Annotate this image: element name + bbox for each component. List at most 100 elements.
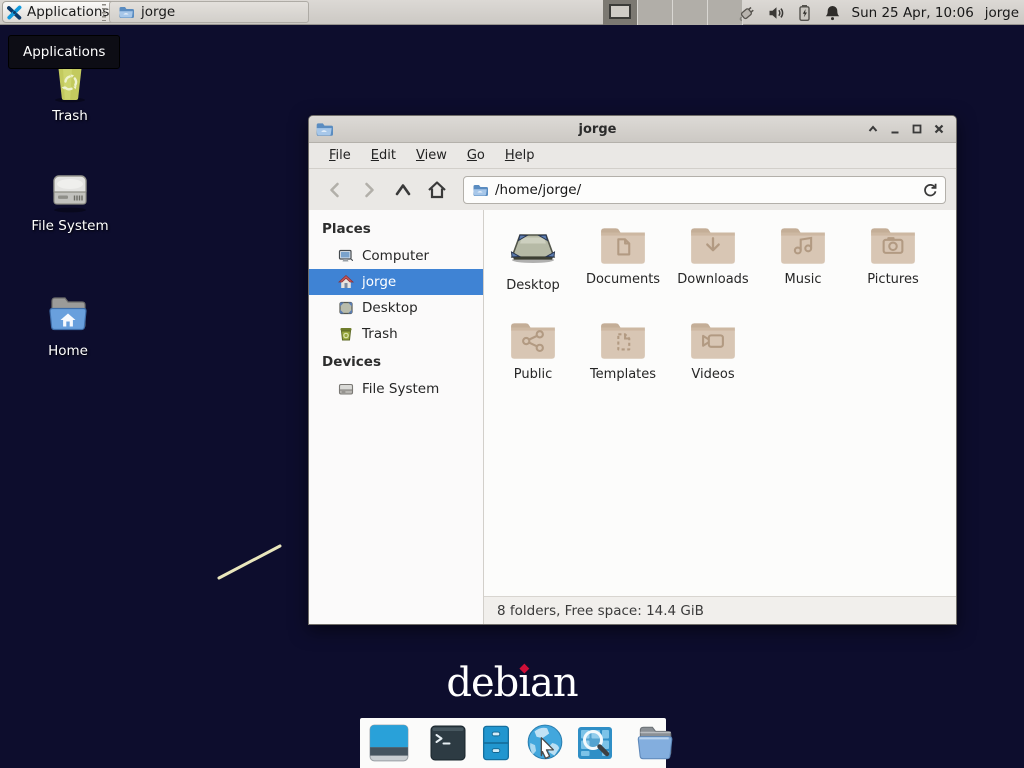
applications-tooltip: Applications <box>8 35 120 69</box>
file-item-label: Videos <box>691 367 734 382</box>
menu-view[interactable]: View <box>406 143 457 168</box>
system-tray: Sun 25 Apr, 10:06 jorge <box>737 0 1020 25</box>
pictures-folder-icon <box>868 222 918 266</box>
home-icon <box>338 274 354 290</box>
file-cabinet-icon[interactable] <box>477 722 515 764</box>
window-titlebar[interactable]: jorge <box>309 116 956 143</box>
desktop-icon-home[interactable]: Home <box>18 292 118 359</box>
desktop-icon-label: Trash <box>52 108 88 124</box>
menu-edit[interactable]: Edit <box>361 143 406 168</box>
debian-wallpaper-logo: debıan <box>446 662 577 704</box>
web-browser-icon[interactable] <box>524 722 566 764</box>
sidebar-item-file-system[interactable]: File System <box>309 376 483 402</box>
window-title: jorge <box>333 122 862 137</box>
file-item-downloads[interactable]: Downloads <box>668 220 758 315</box>
volume-icon[interactable] <box>767 4 785 22</box>
sidebar-header-devices: Devices <box>309 347 483 376</box>
debian-logo-post: an <box>530 660 578 706</box>
applications-menu-label: Applications <box>27 4 109 20</box>
drive-icon <box>46 167 94 213</box>
window-body: Places Computer <box>309 210 956 624</box>
documents-folder-icon <box>598 222 648 266</box>
notifications-bell-icon[interactable] <box>824 4 841 22</box>
up-button[interactable] <box>387 175 419 205</box>
sidebar-item-jorge[interactable]: jorge <box>309 269 483 295</box>
file-manager-window: jorge File Edit View Go Help <box>308 115 957 625</box>
reload-icon[interactable] <box>922 182 937 197</box>
sidebar-item-label: Desktop <box>362 300 418 316</box>
app-finder-icon[interactable] <box>575 722 615 764</box>
desktop-icon-label: File System <box>31 218 108 234</box>
sidebar-item-label: File System <box>362 381 439 397</box>
file-item-videos[interactable]: Videos <box>668 315 758 410</box>
sidebar-item-computer[interactable]: Computer <box>309 243 483 269</box>
videos-folder-icon <box>688 317 738 361</box>
templates-folder-icon <box>598 317 648 361</box>
dock <box>360 718 666 768</box>
location-bar[interactable]: /home/jorge/ <box>463 176 946 204</box>
file-item-pictures[interactable]: Pictures <box>848 220 938 315</box>
file-item-label: Public <box>514 367 552 382</box>
workspace-window-thumb <box>609 4 631 19</box>
drive-icon <box>338 381 354 397</box>
desktop-folder-icon <box>507 222 559 272</box>
folder-view[interactable]: Desktop Docume <box>484 210 956 596</box>
file-manager-icon[interactable] <box>633 722 675 764</box>
terminal-icon[interactable] <box>428 722 468 764</box>
statusbar: 8 folders, Free space: 14.4 GiB <box>484 596 956 624</box>
debian-logo-pre: deb <box>446 660 518 706</box>
workspace-3[interactable] <box>673 0 708 25</box>
panel-username[interactable]: jorge <box>985 5 1019 21</box>
battery-icon[interactable] <box>796 4 813 22</box>
menu-file[interactable]: File <box>319 143 361 168</box>
sidebar-header-places: Places <box>309 214 483 243</box>
file-item-desktop[interactable]: Desktop <box>488 220 578 315</box>
menubar: File Edit View Go Help <box>309 143 956 169</box>
file-item-documents[interactable]: Documents <box>578 220 668 315</box>
back-button[interactable] <box>319 175 351 205</box>
sidebar-item-trash[interactable]: Trash <box>309 321 483 347</box>
desktop-icon-file-system[interactable]: File System <box>20 167 120 234</box>
file-item-public[interactable]: Public <box>488 315 578 410</box>
workspace-2[interactable] <box>638 0 673 25</box>
file-item-templates[interactable]: Templates <box>578 315 668 410</box>
panel-separator-handle <box>102 4 106 21</box>
maximize-button[interactable] <box>906 117 928 142</box>
folder-view-pane: Desktop Docume <box>484 210 956 624</box>
taskbar-window-button[interactable]: jorge <box>109 1 309 23</box>
applications-menu-button[interactable]: Applications <box>2 1 118 23</box>
debian-logo-i: ı <box>518 662 530 704</box>
file-item-label: Templates <box>590 367 656 382</box>
side-pane: Places Computer <box>309 210 484 624</box>
panel-clock[interactable]: Sun 25 Apr, 10:06 <box>852 5 974 21</box>
menu-go[interactable]: Go <box>457 143 495 168</box>
toolbar: /home/jorge/ <box>309 169 956 210</box>
path-text[interactable]: /home/jorge/ <box>495 182 915 198</box>
shade-button[interactable] <box>862 117 884 142</box>
forward-button[interactable] <box>353 175 385 205</box>
path-folder-icon <box>472 183 488 197</box>
trash-icon <box>338 326 354 342</box>
music-folder-icon <box>778 222 828 266</box>
file-item-music[interactable]: Music <box>758 220 848 315</box>
xfce-logo-icon <box>7 5 22 20</box>
minimize-button[interactable] <box>884 117 906 142</box>
workspace-switcher <box>603 0 743 25</box>
workspace-1[interactable] <box>603 0 638 25</box>
file-item-label: Documents <box>586 272 660 287</box>
home-button[interactable] <box>421 175 453 205</box>
file-item-label: Downloads <box>677 272 748 287</box>
top-panel: Applications jorge <box>0 0 1024 25</box>
menu-help[interactable]: Help <box>495 143 545 168</box>
taskbar-window-label: jorge <box>141 4 175 20</box>
sidebar-item-desktop[interactable]: Desktop <box>309 295 483 321</box>
network-plug-icon[interactable] <box>737 3 756 22</box>
sidebar-item-label: Computer <box>362 248 429 264</box>
sidebar-item-label: Trash <box>362 326 398 342</box>
close-button[interactable] <box>928 117 950 142</box>
show-desktop-icon[interactable] <box>368 722 410 764</box>
home-folder-icon <box>44 292 92 338</box>
file-item-label: Desktop <box>506 278 560 293</box>
downloads-folder-icon <box>688 222 738 266</box>
folder-icon <box>118 5 134 19</box>
